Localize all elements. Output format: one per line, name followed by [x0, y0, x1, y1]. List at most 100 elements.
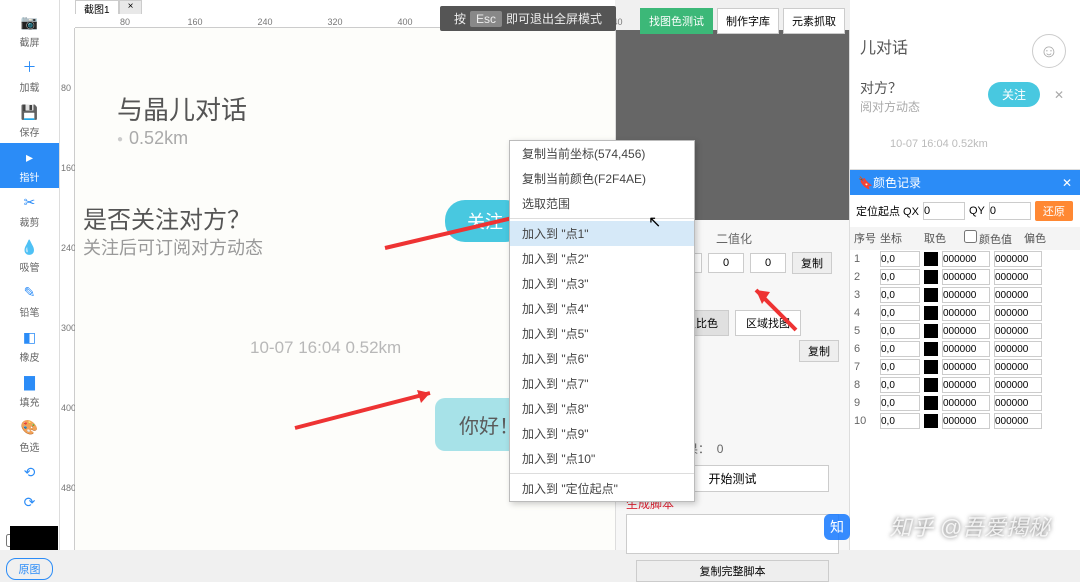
color-swatch [924, 342, 938, 356]
coord-cell[interactable] [880, 287, 920, 303]
qx-input[interactable] [923, 202, 965, 220]
tool-icon: ✂ [20, 192, 40, 212]
ctx-copy-coord[interactable]: 复制当前坐标(574,456) [510, 141, 694, 166]
coord-cell[interactable] [880, 269, 920, 285]
ctx-add-point-5[interactable]: 加入到 "点5" [510, 321, 694, 346]
coord-cell[interactable] [880, 341, 920, 357]
hex-cell[interactable] [942, 359, 990, 375]
ctx-add-point-1[interactable]: 加入到 "点1" [510, 221, 694, 246]
tab-row: 截图1 × [75, 0, 142, 14]
cursor-icon: ↖ [648, 212, 661, 232]
close-icon[interactable]: ✕ [1062, 176, 1072, 190]
rt-subtitle: 阅对方动态 [860, 98, 920, 115]
rt-timestamp: 10-07 16:04 0.52km [890, 138, 988, 150]
restore-button[interactable]: 还原 [1035, 201, 1073, 221]
ctx-add-point-7[interactable]: 加入到 "点7" [510, 371, 694, 396]
origin-button[interactable]: 原图 [6, 558, 53, 580]
hex-cell[interactable] [942, 251, 990, 267]
hex-cell[interactable] [942, 413, 990, 429]
offset-cell[interactable] [994, 323, 1042, 339]
coord-cell[interactable] [880, 251, 920, 267]
hex-cell[interactable] [942, 377, 990, 393]
ctx-add-point-10[interactable]: 加入到 "点10" [510, 446, 694, 471]
tab-close[interactable]: × [119, 0, 143, 14]
hex-cell[interactable] [942, 323, 990, 339]
binarize-label: 二值化 [716, 230, 752, 247]
coord-cell[interactable] [880, 395, 920, 411]
offset-cell[interactable] [994, 341, 1042, 357]
offset-cell[interactable] [994, 305, 1042, 321]
tool-橡皮[interactable]: ◧橡皮 [0, 323, 59, 368]
offset-cell[interactable] [994, 377, 1042, 393]
offset-cell[interactable] [994, 395, 1042, 411]
color-swatch [924, 414, 938, 428]
ctx-add-point-8[interactable]: 加入到 "点8" [510, 396, 694, 421]
hex-cell[interactable] [942, 305, 990, 321]
follow-subtitle: 关注后可订阅对方动态 [83, 234, 263, 260]
hex-cell[interactable] [942, 341, 990, 357]
rt-close-icon[interactable]: ✕ [1054, 88, 1064, 102]
tool-10[interactable]: ⟲ [0, 458, 59, 488]
copy-button-2[interactable]: 复制 [799, 340, 839, 362]
color-swatch [924, 252, 938, 266]
color-check[interactable] [964, 230, 977, 243]
coord-input-3[interactable] [708, 253, 744, 273]
tool-截屏[interactable]: 📷截屏 [0, 8, 59, 53]
ctx-add-point-6[interactable]: 加入到 "点6" [510, 346, 694, 371]
offset-cell[interactable] [994, 413, 1042, 429]
table-row: 4 [850, 304, 1080, 322]
tool-色选[interactable]: 🎨色选 [0, 413, 59, 458]
tool-铅笔[interactable]: ✎铅笔 [0, 278, 59, 323]
find-color-test-button[interactable]: 找图色测试 [640, 8, 713, 34]
tool-icon: ▇ [20, 372, 40, 392]
offset-cell[interactable] [994, 269, 1042, 285]
zhihu-logo-icon: 知 [824, 514, 850, 540]
tool-icon: 💧 [20, 237, 40, 257]
tool-吸管[interactable]: 💧吸管 [0, 233, 59, 278]
tab-screenshot1[interactable]: 截图1 [75, 0, 119, 14]
rt-follow-button[interactable]: 关注 [988, 82, 1040, 107]
tool-icon: 🎨 [20, 417, 40, 437]
tool-指针[interactable]: ▸指针 [0, 143, 59, 188]
coord-cell[interactable] [880, 413, 920, 429]
tool-11[interactable]: ⟳ [0, 488, 59, 518]
coord-cell[interactable] [880, 359, 920, 375]
ctx-add-point-4[interactable]: 加入到 "点4" [510, 296, 694, 321]
script-output[interactable] [626, 514, 839, 554]
tool-加载[interactable]: ＋加载 [0, 53, 59, 98]
coord-cell[interactable] [880, 377, 920, 393]
table-row: 9 [850, 394, 1080, 412]
ctx-add-point-2[interactable]: 加入到 "点2" [510, 246, 694, 271]
ctx-select-range[interactable]: 选取范围 [510, 191, 694, 216]
hex-cell[interactable] [942, 395, 990, 411]
tool-填充[interactable]: ▇填充 [0, 368, 59, 413]
make-font-button[interactable]: 制作字库 [717, 8, 779, 34]
copy-full-script-button[interactable]: 复制完整脚本 [636, 560, 829, 582]
qy-input[interactable] [989, 202, 1031, 220]
coord-input-4[interactable] [750, 253, 786, 273]
offset-cell[interactable] [994, 287, 1042, 303]
color-swatch [924, 270, 938, 284]
hex-cell[interactable] [942, 269, 990, 285]
tool-保存[interactable]: 💾保存 [0, 98, 59, 143]
coord-cell[interactable] [880, 305, 920, 321]
table-row: 1 [850, 250, 1080, 268]
ctx-add-point-3[interactable]: 加入到 "点3" [510, 271, 694, 296]
offset-cell[interactable] [994, 359, 1042, 375]
coord-cell[interactable] [880, 323, 920, 339]
offset-cell[interactable] [994, 251, 1042, 267]
black-bar [10, 526, 58, 550]
tool-裁剪[interactable]: ✂裁剪 [0, 188, 59, 233]
tool-icon: ⟲ [20, 462, 40, 482]
hex-cell[interactable] [942, 287, 990, 303]
color-swatch [924, 396, 938, 410]
copy-coord-button[interactable]: 复制 [792, 252, 832, 274]
ctx-add-anchor[interactable]: 加入到 "定位起点" [510, 476, 694, 501]
tool-icon: ⟳ [20, 492, 40, 512]
ctx-copy-color[interactable]: 复制当前颜色(F2F4AE) [510, 166, 694, 191]
element-grab-button[interactable]: 元素抓取 [783, 8, 845, 34]
tool-icon: ▸ [20, 147, 40, 167]
ctx-add-point-9[interactable]: 加入到 "点9" [510, 421, 694, 446]
table-row: 10 [850, 412, 1080, 430]
mode-area[interactable]: 区域找图 [735, 310, 801, 336]
